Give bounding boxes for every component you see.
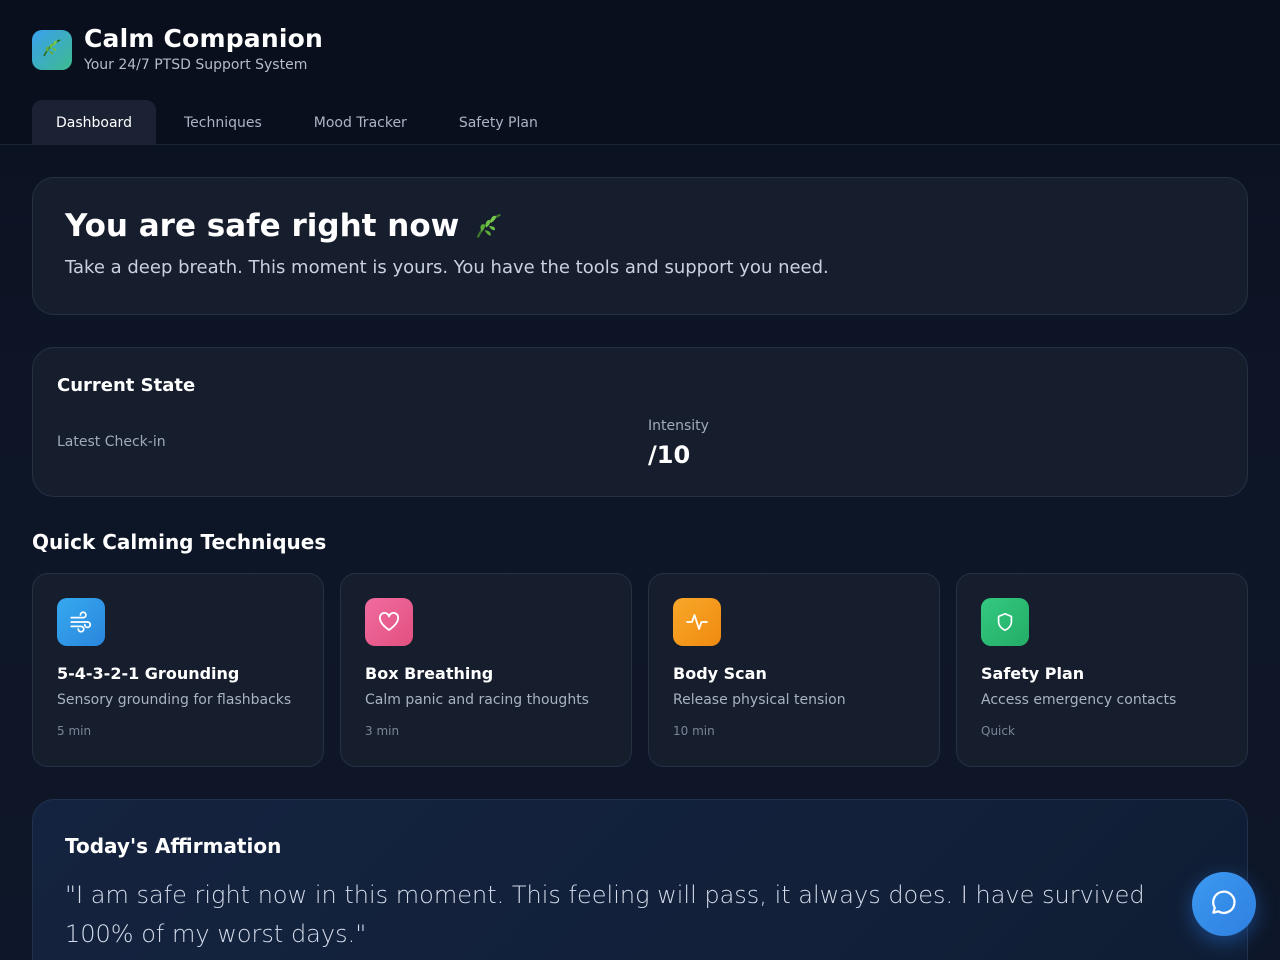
technique-name: Body Scan	[673, 664, 767, 683]
technique-desc: Calm panic and racing thoughts	[365, 692, 589, 708]
technique-time: Quick	[981, 724, 1015, 738]
wind-icon	[57, 598, 105, 646]
latest-checkin-label: Latest Check-in	[57, 434, 166, 450]
hero-title-text: You are safe right now	[65, 208, 460, 244]
app-header: Calm Companion Your 24/7 PTSD Support Sy…	[0, 0, 1280, 145]
technique-name: 5-4-3-2-1 Grounding	[57, 664, 240, 683]
chat-bubble-icon	[1209, 887, 1239, 921]
heart-icon	[365, 598, 413, 646]
technique-card-box-breathing[interactable]: Box Breathing Calm panic and racing thou…	[340, 573, 632, 767]
current-state-title: Current State	[57, 375, 196, 396]
intensity-value: /10	[648, 441, 691, 469]
technique-desc: Release physical tension	[673, 692, 846, 708]
safety-hero-card: You are safe right now Take a deep breat…	[32, 177, 1248, 315]
tab-dashboard[interactable]: Dashboard	[32, 100, 156, 145]
technique-desc: Access emergency contacts	[981, 692, 1177, 708]
app-subtitle: Your 24/7 PTSD Support System	[84, 57, 308, 73]
leaf-icon	[471, 209, 507, 243]
technique-card-safety-plan[interactable]: Safety Plan Access emergency contacts Qu…	[956, 573, 1248, 767]
intensity-label: Intensity	[648, 418, 709, 434]
technique-card-grounding[interactable]: 5-4-3-2-1 Grounding Sensory grounding fo…	[32, 573, 324, 767]
nav-tabs: Dashboard Techniques Mood Tracker Safety…	[32, 100, 566, 145]
hero-text: Take a deep breath. This moment is yours…	[65, 257, 829, 278]
pulse-icon	[673, 598, 721, 646]
tab-mood-tracker[interactable]: Mood Tracker	[290, 100, 431, 145]
technique-desc: Sensory grounding for flashbacks	[57, 692, 292, 708]
technique-time: 10 min	[673, 724, 715, 738]
affirmation-text: "I am safe right now in this moment. Thi…	[65, 881, 1145, 948]
hero-title: You are safe right now	[65, 208, 507, 244]
affirmation-title: Today's Affirmation	[65, 834, 282, 858]
app-title: Calm Companion	[84, 24, 324, 53]
app-logo	[32, 30, 72, 70]
technique-name: Safety Plan	[981, 664, 1085, 683]
current-state-card: Current State Latest Check-in Intensity …	[32, 347, 1248, 497]
technique-name: Box Breathing	[365, 664, 494, 683]
tab-safety-plan[interactable]: Safety Plan	[435, 100, 562, 145]
technique-time: 5 min	[57, 724, 92, 738]
technique-card-body-scan[interactable]: Body Scan Release physical tension 10 mi…	[648, 573, 940, 767]
technique-time: 3 min	[365, 724, 400, 738]
tab-techniques[interactable]: Techniques	[160, 100, 286, 145]
shield-icon	[981, 598, 1029, 646]
chat-button[interactable]	[1192, 872, 1256, 936]
leaf-icon	[40, 36, 64, 64]
affirmation-card: Today's Affirmation "I am safe right now…	[32, 799, 1248, 960]
techniques-section-title: Quick Calming Techniques	[32, 530, 327, 554]
